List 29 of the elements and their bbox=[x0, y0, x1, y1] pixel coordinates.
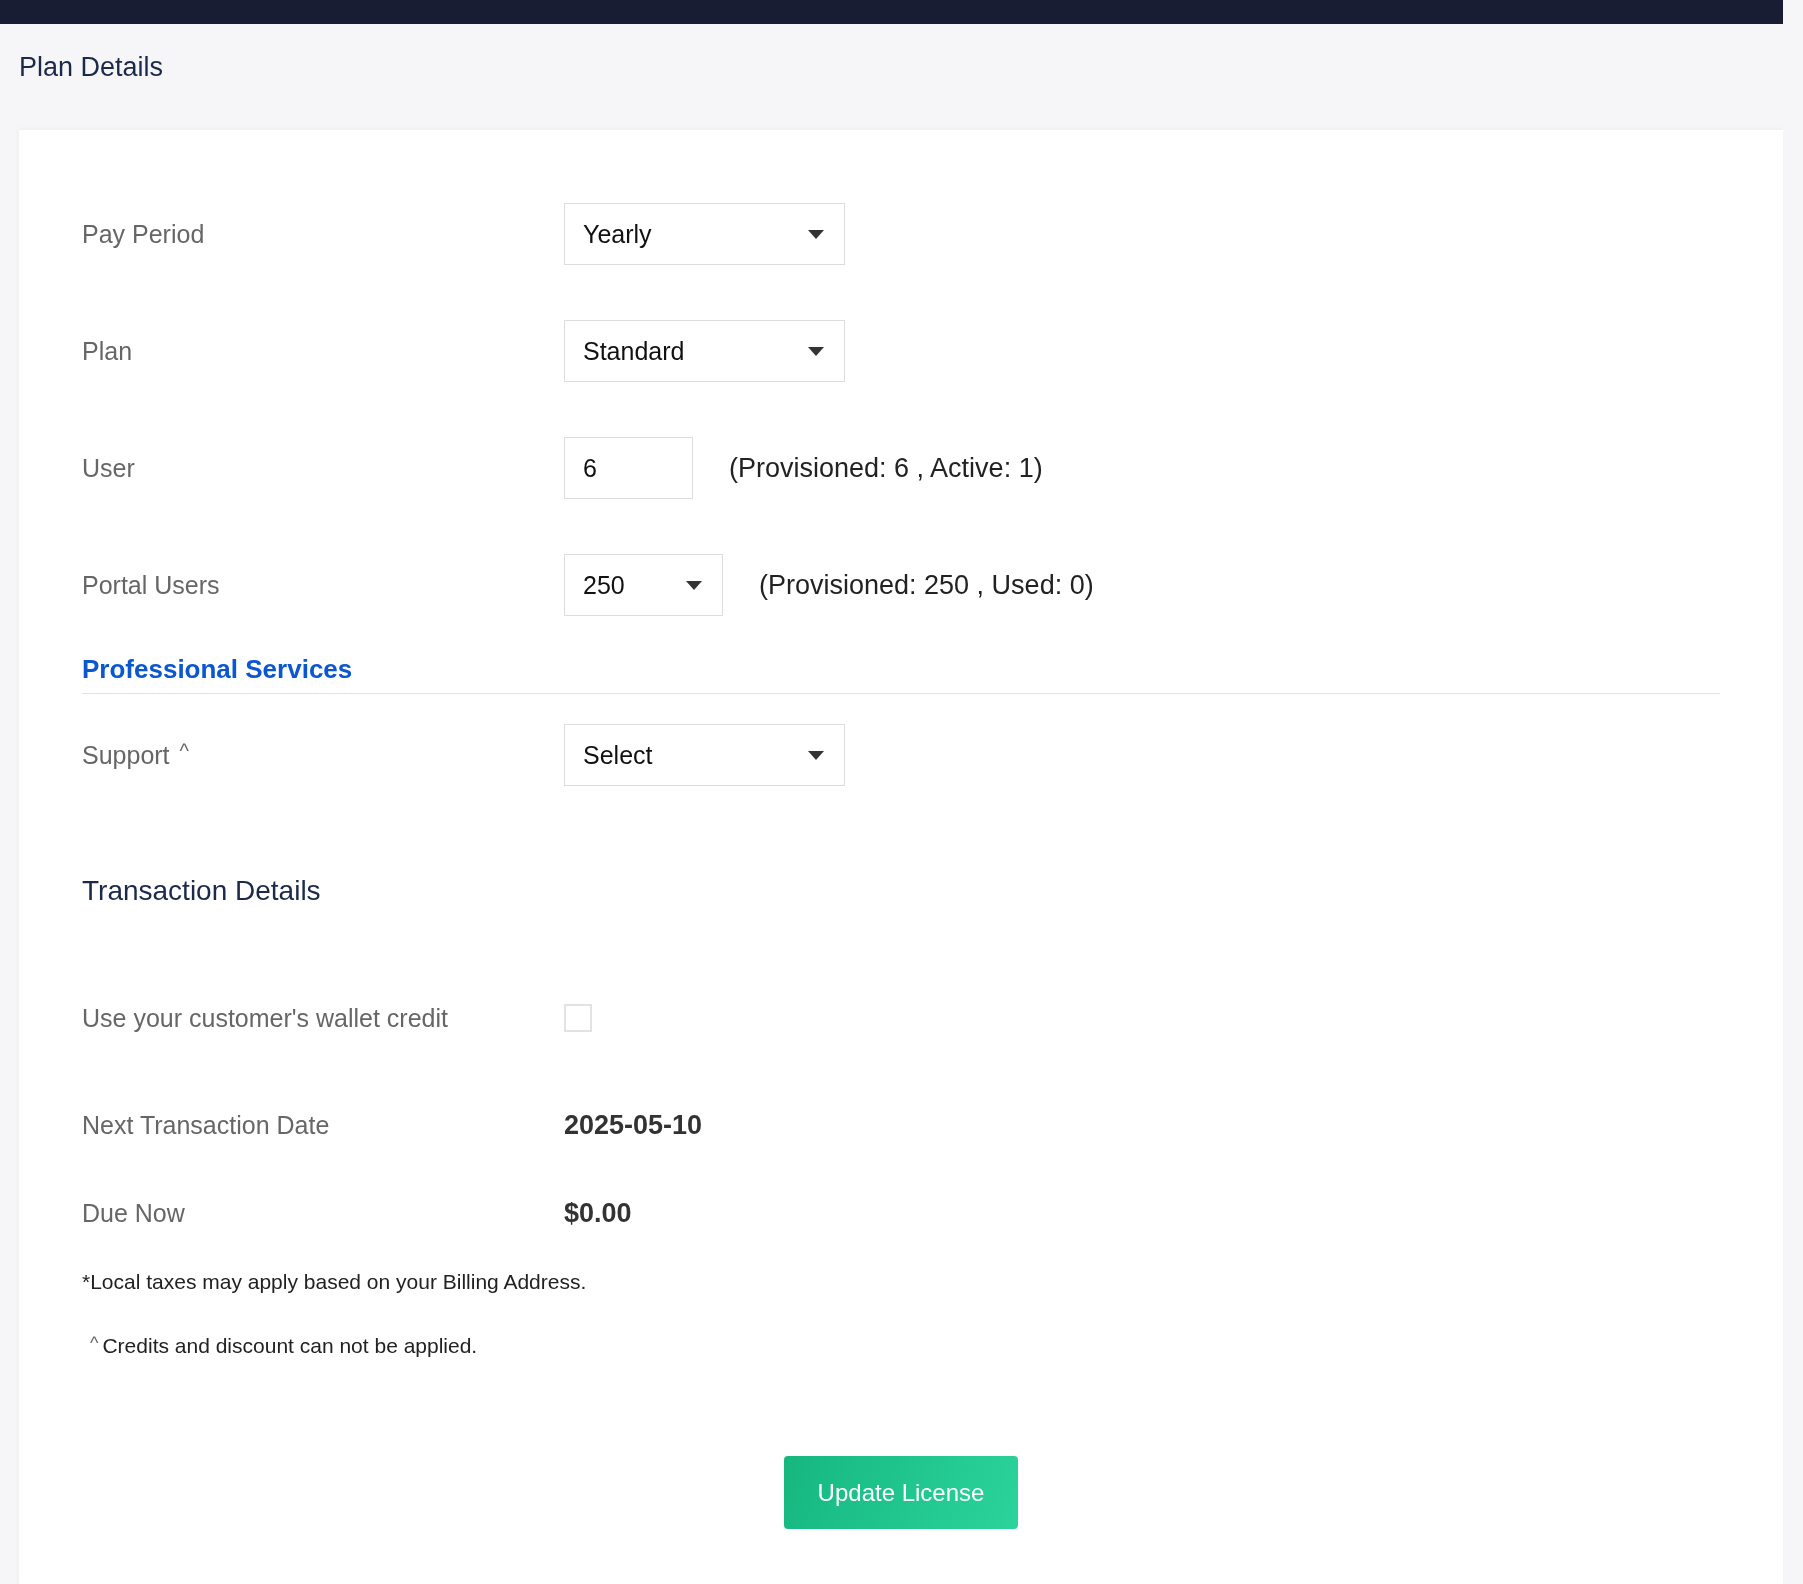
dropdown[interactable]: 250 bbox=[564, 554, 723, 616]
field-label: Use your customer's wallet credit bbox=[82, 1004, 448, 1033]
field-label: Portal Users bbox=[82, 570, 220, 600]
caret-icon bbox=[686, 580, 702, 590]
caret-icon bbox=[808, 346, 824, 356]
footnote-mark: ^ bbox=[179, 740, 189, 761]
caret-icon bbox=[808, 750, 824, 760]
dropdown[interactable]: Standard bbox=[564, 320, 845, 382]
section-heading: Professional Services bbox=[82, 654, 1720, 694]
footnote-text: *Local taxes may apply based on your Billing Address. bbox=[82, 1270, 587, 1294]
dropdown[interactable]: Yearly bbox=[564, 203, 845, 265]
field-note: (Provisioned: 6 , Active: 1) bbox=[729, 452, 1043, 484]
field-label: Pay Period bbox=[82, 219, 205, 249]
field-note: (Provisioned: 250 , Used: 0) bbox=[759, 569, 1094, 601]
footnote-text: Credits and discount can not be applied. bbox=[102, 1334, 478, 1358]
field-value: $0.00 bbox=[564, 1197, 632, 1229]
checkbox[interactable] bbox=[564, 1004, 592, 1032]
field-label: Plan bbox=[82, 336, 133, 366]
caret-icon bbox=[808, 229, 824, 239]
input-field[interactable]: 6 bbox=[564, 437, 693, 499]
field-label: Support bbox=[82, 740, 170, 770]
footnote-mark: ^ bbox=[90, 1334, 99, 1352]
field-label: Next Transaction Date bbox=[82, 1110, 330, 1140]
dropdown[interactable]: Select bbox=[564, 724, 845, 786]
field-value: 2025-05-10 bbox=[564, 1109, 703, 1141]
field-label: Due Now bbox=[82, 1198, 185, 1228]
field-label: User bbox=[82, 453, 135, 483]
page-title: Plan Details bbox=[18, 51, 165, 84]
section-heading: Transaction Details bbox=[82, 875, 322, 907]
